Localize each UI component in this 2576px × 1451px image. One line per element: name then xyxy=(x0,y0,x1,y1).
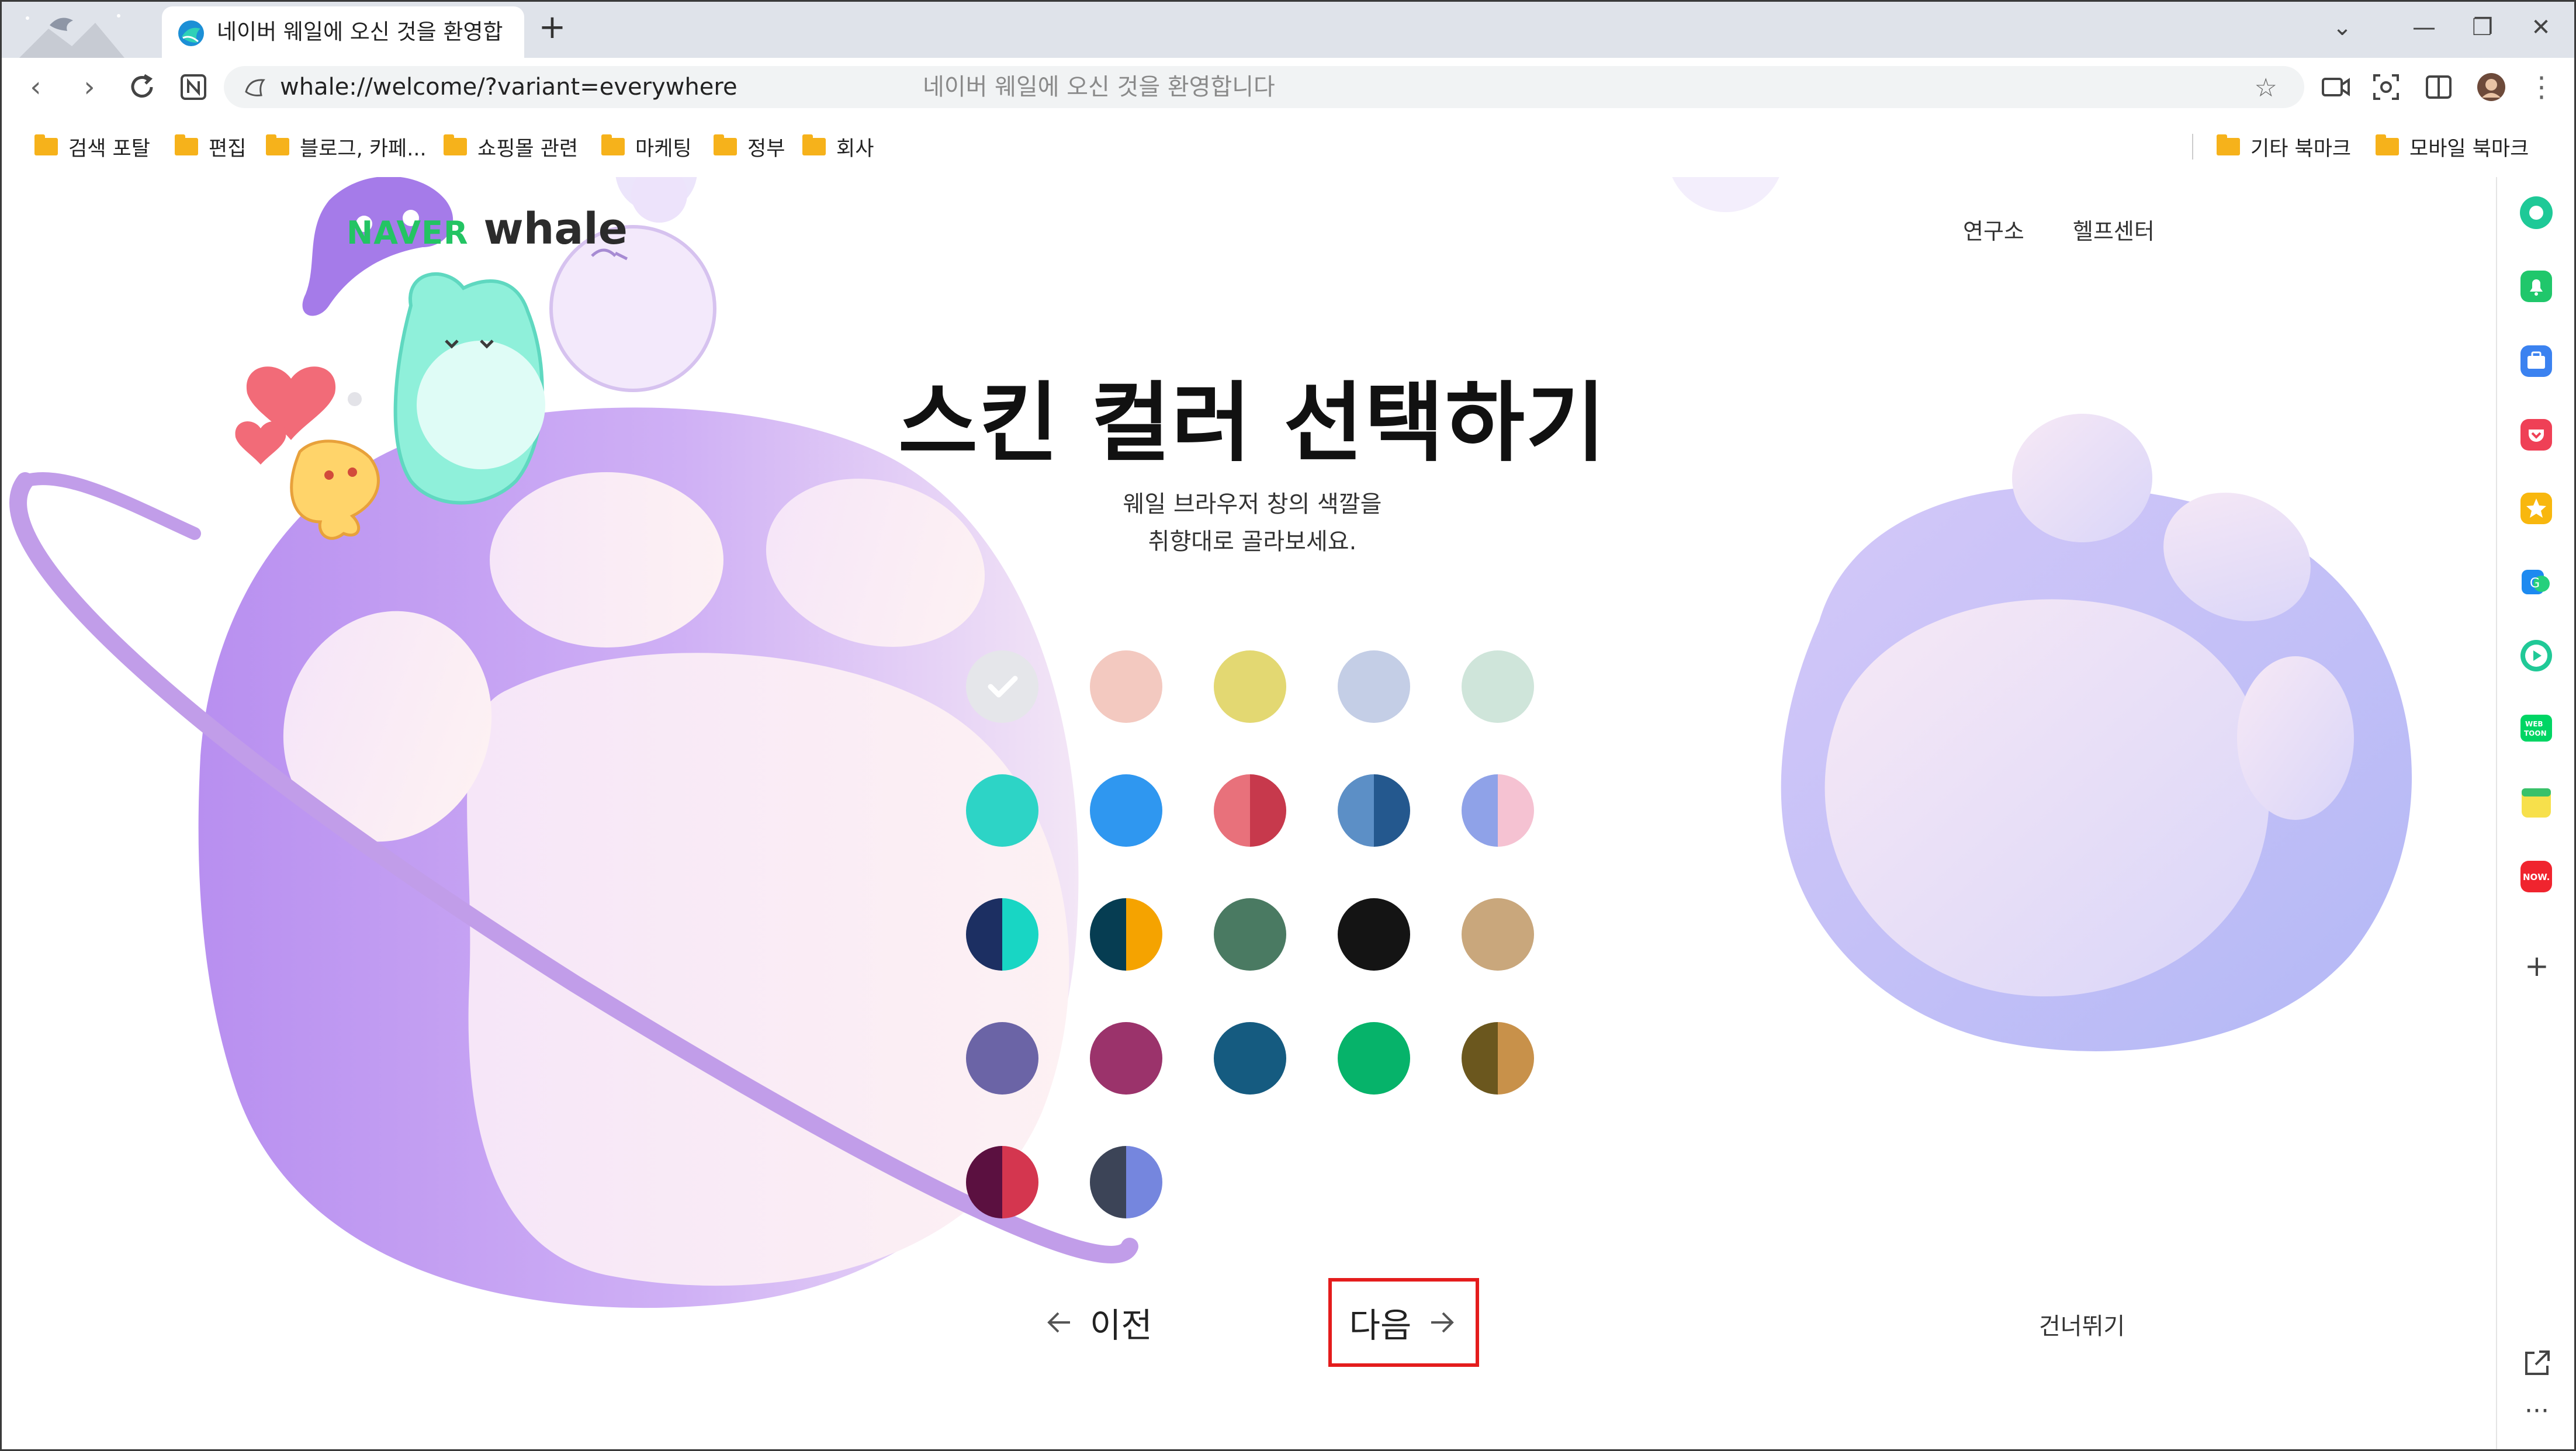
memo-icon[interactable] xyxy=(2518,785,2554,821)
color-swatch[interactable] xyxy=(1090,774,1162,847)
color-swatch[interactable] xyxy=(1462,774,1534,847)
bookmark-folder[interactable]: 검색 포탈 xyxy=(34,134,150,161)
svg-text:WEB: WEB xyxy=(2525,720,2543,728)
translator-icon[interactable]: G xyxy=(2518,564,2554,600)
color-swatch[interactable] xyxy=(1462,1022,1534,1095)
bookmark-folder-mobile[interactable]: 모바일 북마크 xyxy=(2376,134,2529,161)
split-view-icon[interactable] xyxy=(2422,71,2455,103)
bookmark-folder[interactable]: 마케팅 xyxy=(601,134,692,161)
folder-icon xyxy=(2217,134,2240,155)
bookmarks-divider xyxy=(2192,134,2193,160)
color-swatch[interactable] xyxy=(1090,650,1162,723)
whale-favicon-icon xyxy=(178,20,204,46)
folder-icon xyxy=(266,134,289,155)
skip-button[interactable]: 건너뛰기 xyxy=(2039,1307,2125,1341)
bookmark-folder-other[interactable]: 기타 북마크 xyxy=(2217,134,2351,161)
forward-button[interactable]: › xyxy=(73,71,106,103)
bookmark-folder[interactable]: 블로그, 카페... xyxy=(266,134,427,161)
bookmark-folder[interactable]: 편집 xyxy=(175,134,246,161)
folder-icon xyxy=(175,134,198,155)
new-tab-button[interactable]: + xyxy=(535,10,570,45)
sidebar: G WEB TOON NOW. + ··· xyxy=(2496,177,2574,1449)
color-swatch[interactable] xyxy=(1214,774,1286,847)
color-swatch[interactable] xyxy=(1338,774,1410,847)
sidebar-more-icon[interactable]: ··· xyxy=(2519,1396,2554,1426)
bookmark-folder[interactable]: 회사 xyxy=(802,134,874,161)
color-swatch[interactable] xyxy=(966,1022,1038,1095)
color-swatch[interactable] xyxy=(1090,1022,1162,1095)
page-title: 스킨 컬러 선택하기 xyxy=(898,373,1607,473)
favorites-star-icon[interactable] xyxy=(2518,490,2554,527)
browser-window: 네이버 웨일에 오신 것을 환영합니다 + ⌄ — ❐ ✕ ‹ › whale:… xyxy=(0,0,2576,1451)
bookmark-star-icon[interactable]: ☆ xyxy=(2255,73,2277,103)
previous-button[interactable]: 이전 xyxy=(1043,1299,1152,1346)
screen-capture-icon[interactable] xyxy=(2370,71,2402,103)
naver-whale-logo[interactable]: NAVER whale xyxy=(347,204,628,254)
color-swatch[interactable] xyxy=(966,898,1038,971)
color-swatch[interactable] xyxy=(1214,1022,1286,1095)
color-swatch[interactable] xyxy=(1462,898,1534,971)
naver-now-icon[interactable]: NOW. xyxy=(2518,858,2554,895)
color-swatch[interactable] xyxy=(1214,898,1286,971)
color-swatch[interactable] xyxy=(966,650,1038,723)
menu-icon[interactable]: ⋮ xyxy=(2525,71,2558,103)
bookmark-folder[interactable]: 쇼핑몰 관련 xyxy=(444,134,578,161)
profile-avatar-icon[interactable] xyxy=(2475,71,2508,103)
notification-bell-icon[interactable] xyxy=(2518,268,2554,304)
arrow-right-icon xyxy=(1431,1312,1455,1333)
color-swatch[interactable] xyxy=(1090,898,1162,971)
close-window-button[interactable]: ✕ xyxy=(2520,10,2561,45)
folder-icon xyxy=(2376,134,2399,155)
back-button[interactable]: ‹ xyxy=(19,71,52,103)
tab-strip: 네이버 웨일에 오신 것을 환영합니다 + ⌄ — ❐ ✕ xyxy=(2,2,2574,58)
whale-page-icon xyxy=(245,79,265,96)
open-external-icon[interactable] xyxy=(2520,1347,2553,1380)
bookmarks-bar: 검색 포탈 편집 블로그, 카페... 쇼핑몰 관련 마케팅 정부 회사 기타 … xyxy=(2,116,2574,178)
folder-icon xyxy=(444,134,467,155)
color-swatch[interactable] xyxy=(1462,650,1534,723)
tab-title: 네이버 웨일에 오신 것을 환영합니다 xyxy=(217,19,503,44)
color-swatch[interactable] xyxy=(1214,650,1286,723)
tab-welcome[interactable]: 네이버 웨일에 오신 것을 환영합니다 xyxy=(162,6,524,58)
color-swatch[interactable] xyxy=(1338,1022,1410,1095)
color-swatch[interactable] xyxy=(1338,898,1410,971)
svg-text:NOW.: NOW. xyxy=(2523,872,2550,882)
page-subtitle: 웨일 브라우저 창의 색깔을 취향대로 골라보세요. xyxy=(1123,491,1382,555)
color-swatch[interactable] xyxy=(1090,1146,1162,1218)
media-player-icon[interactable] xyxy=(2518,638,2554,674)
address-url: whale://welcome/?variant=everywhere xyxy=(280,74,738,101)
folder-icon xyxy=(802,134,826,155)
webtoon-icon[interactable]: WEB TOON xyxy=(2518,711,2554,747)
theme-decoration-icon xyxy=(19,14,124,58)
reload-icon[interactable] xyxy=(126,71,158,103)
toolbox-icon[interactable] xyxy=(2518,343,2554,379)
svg-text:G: G xyxy=(2530,576,2540,591)
address-bar[interactable]: whale://welcome/?variant=everywhere 네이버 … xyxy=(224,66,2304,108)
next-button[interactable]: 다음 xyxy=(1328,1278,1479,1367)
address-page-title: 네이버 웨일에 오신 것을 환영합니다 xyxy=(923,74,1275,101)
folder-icon xyxy=(601,134,625,155)
navigation-bar: ‹ › whale://welcome/?variant=everywhere … xyxy=(2,58,2574,116)
folder-icon xyxy=(714,134,737,155)
color-swatch[interactable] xyxy=(1338,650,1410,723)
tab-list-icon[interactable]: ⌄ xyxy=(2322,10,2363,45)
checkmark-icon xyxy=(988,676,1018,698)
video-capture-icon[interactable] xyxy=(2319,71,2352,103)
help-center-link[interactable]: 헬프센터 xyxy=(2073,213,2155,245)
restore-button[interactable]: ❐ xyxy=(2462,10,2503,45)
minimize-button[interactable]: — xyxy=(2404,10,2445,45)
folder-icon xyxy=(34,134,58,155)
welcome-page: NAVER whale 연구소 헬프센터 스킨 컬러 선택하기 웨일 브라우저 … xyxy=(2,177,2496,1449)
add-sidebar-app-icon[interactable]: + xyxy=(2519,948,2554,984)
naver-green-dot-icon[interactable] xyxy=(2518,195,2554,231)
pocket-icon[interactable] xyxy=(2518,417,2554,453)
bookmark-folder[interactable]: 정부 xyxy=(714,134,785,161)
color-swatch[interactable] xyxy=(966,774,1038,847)
lab-link[interactable]: 연구소 xyxy=(1963,213,2024,245)
arrow-left-icon xyxy=(1047,1312,1070,1333)
svg-text:TOON: TOON xyxy=(2524,729,2547,737)
color-swatch[interactable] xyxy=(966,1146,1038,1218)
naver-home-icon[interactable] xyxy=(177,71,210,103)
